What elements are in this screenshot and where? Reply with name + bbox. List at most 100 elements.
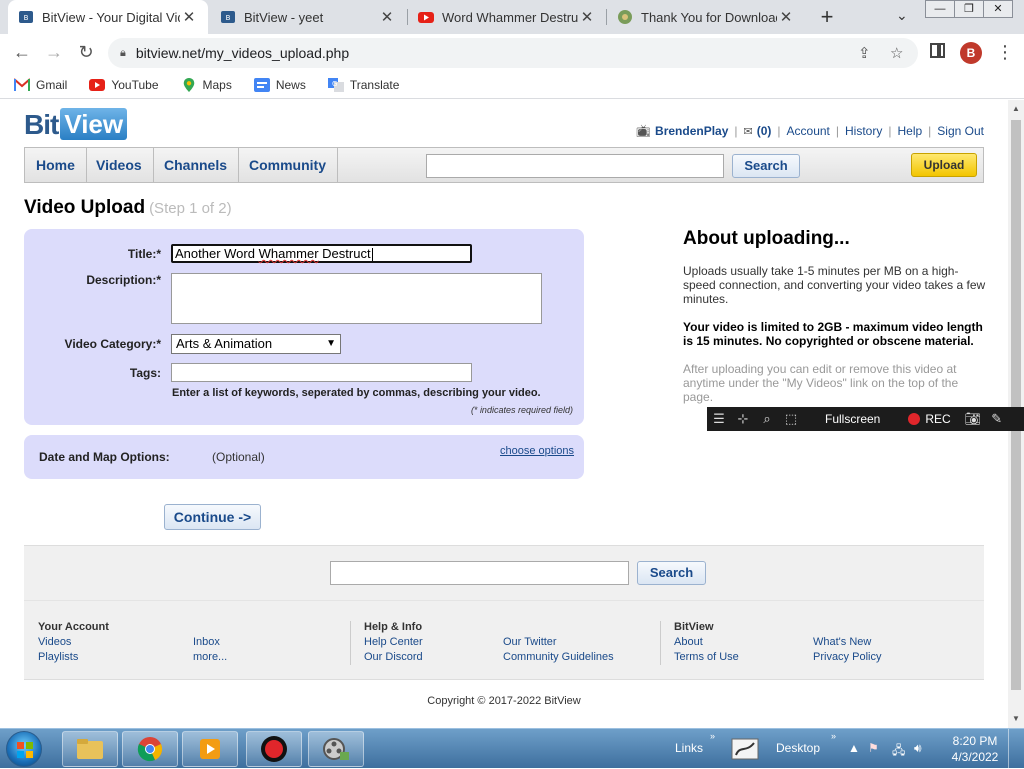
- chevron-right-icon[interactable]: »: [831, 731, 836, 741]
- reload-icon[interactable]: ↻: [74, 42, 98, 63]
- footer-link-videos[interactable]: Videos: [38, 636, 71, 648]
- action-center-icon[interactable]: ⚑: [868, 741, 879, 755]
- footer-search-button[interactable]: Search: [637, 561, 706, 585]
- footer-search: Search: [24, 545, 984, 600]
- fullscreen-button[interactable]: Fullscreen: [825, 412, 880, 426]
- volume-icon[interactable]: 🔊︎: [914, 741, 922, 756]
- title-label: Title:*: [127, 247, 161, 261]
- continue-button[interactable]: Continue ->: [164, 504, 261, 530]
- minimize-icon[interactable]: —: [925, 0, 955, 18]
- tags-label: Tags:: [129, 366, 161, 380]
- taskbar-chrome[interactable]: [122, 731, 178, 767]
- forward-arrow-icon[interactable]: →: [42, 42, 66, 63]
- bookmark-youtube[interactable]: YouTube: [89, 78, 159, 92]
- scroll-down-icon[interactable]: ▼: [1012, 714, 1020, 723]
- tab-bitview-yeet[interactable]: B BitView - yeet ✕: [210, 0, 406, 34]
- new-tab-button[interactable]: +: [816, 4, 838, 30]
- restore-icon[interactable]: ❐: [954, 0, 984, 18]
- footer-link-help-center[interactable]: Help Center: [364, 636, 423, 648]
- address-bar[interactable]: 🔒︎ bitview.net/my_videos_upload.php ⇪ ☆: [108, 38, 918, 68]
- footer-link-terms[interactable]: Terms of Use: [674, 651, 739, 663]
- scroll-up-icon[interactable]: ▲: [1012, 104, 1020, 113]
- back-arrow-icon[interactable]: ←: [10, 42, 34, 63]
- search-button[interactable]: Search: [732, 154, 800, 178]
- svg-text:B: B: [24, 14, 29, 22]
- footer-search-input[interactable]: [330, 561, 629, 585]
- tags-input[interactable]: [171, 363, 472, 382]
- zoom-region-icon[interactable]: ⌕: [755, 411, 779, 427]
- share-icon[interactable]: ⇪: [858, 44, 871, 62]
- close-icon[interactable]: ✕: [777, 8, 795, 26]
- bookmark-maps[interactable]: Maps: [181, 77, 232, 92]
- footer-link-whats-new[interactable]: What's New: [813, 636, 871, 648]
- close-icon[interactable]: ✕: [578, 8, 596, 26]
- account-link[interactable]: Account: [787, 124, 830, 138]
- footer-link-more[interactable]: more...: [193, 651, 227, 663]
- nav-community[interactable]: Community: [238, 148, 338, 182]
- footer-link-about[interactable]: About: [674, 636, 703, 648]
- close-window-icon[interactable]: ✕: [983, 0, 1013, 18]
- mail-icon[interactable]: ✉: [744, 125, 753, 138]
- profile-avatar[interactable]: B: [960, 42, 982, 64]
- youtube-icon: [418, 12, 434, 23]
- crop-icon[interactable]: ⬚: [779, 411, 803, 427]
- browser-toolbar: ← → ↻ 🔒︎ bitview.net/my_videos_upload.ph…: [0, 34, 1024, 71]
- footer-link-playlists[interactable]: Playlists: [38, 651, 78, 663]
- scrollbar-thumb[interactable]: [1011, 120, 1021, 690]
- system-clock[interactable]: 8:20 PM 4/3/2022: [948, 733, 1002, 765]
- bookmark-translate[interactable]: G Translate: [327, 77, 399, 92]
- chevron-right-icon[interactable]: »: [710, 731, 715, 741]
- taskbar-media-player[interactable]: [182, 731, 238, 767]
- more-menu-icon[interactable]: ⋮: [996, 42, 1014, 63]
- drawing-app-icon[interactable]: [730, 735, 762, 763]
- network-icon[interactable]: 🖧︎: [892, 741, 905, 762]
- title-input[interactable]: Another Word Whammer Destruct: [171, 244, 472, 263]
- menu-icon[interactable]: ☰: [707, 411, 731, 427]
- show-desktop-button[interactable]: [1008, 729, 1024, 769]
- links-toolbar[interactable]: Links: [675, 741, 703, 755]
- category-select[interactable]: Arts & Animation ▼: [171, 334, 341, 354]
- footer-link-inbox[interactable]: Inbox: [193, 636, 220, 648]
- rec-button[interactable]: REC: [925, 412, 950, 426]
- side-panel-icon[interactable]: [930, 43, 945, 58]
- taskbar-recorder[interactable]: [246, 731, 302, 767]
- taskbar-video-editor[interactable]: [308, 731, 364, 767]
- svg-text:G: G: [332, 80, 337, 88]
- close-icon[interactable]: ✕: [180, 8, 198, 26]
- taskbar-file-explorer[interactable]: [62, 731, 118, 767]
- nav-home[interactable]: Home: [25, 148, 87, 182]
- footer-link-guidelines[interactable]: Community Guidelines: [503, 651, 614, 663]
- bookmark-gmail[interactable]: Gmail: [14, 78, 67, 92]
- bitview-logo[interactable]: Bit View: [24, 108, 128, 140]
- chevron-down-icon[interactable]: ⌄: [896, 7, 908, 24]
- footer-link-discord[interactable]: Our Discord: [364, 651, 423, 663]
- username-link[interactable]: BrendenPlay: [655, 124, 728, 138]
- close-icon[interactable]: ✕: [378, 8, 396, 26]
- tray-expand-icon[interactable]: ▲: [848, 741, 860, 755]
- description-textarea[interactable]: [171, 273, 542, 324]
- choose-options-link[interactable]: choose options: [500, 445, 574, 457]
- tab-youtube-video[interactable]: Word Whammer Destruction ✕: [408, 0, 606, 34]
- star-icon[interactable]: ☆: [890, 44, 903, 62]
- history-link[interactable]: History: [845, 124, 882, 138]
- tab-thank-you-download[interactable]: Thank You for Downloading ✕: [607, 0, 805, 34]
- camera-icon[interactable]: 📷︎: [961, 411, 985, 427]
- search-input[interactable]: [426, 154, 724, 178]
- upload-button[interactable]: Upload: [911, 153, 977, 177]
- start-button[interactable]: [6, 731, 42, 767]
- tab-bitview-upload[interactable]: B BitView - Your Digital Video ✕: [8, 0, 208, 34]
- pencil-icon[interactable]: ✎: [985, 411, 1009, 427]
- footer-link-privacy[interactable]: Privacy Policy: [813, 651, 881, 663]
- shrink-icon[interactable]: ⊹: [731, 411, 755, 427]
- about-heading: About uploading...: [683, 228, 850, 249]
- help-link[interactable]: Help: [897, 124, 922, 138]
- nav-channels[interactable]: Channels: [153, 148, 240, 182]
- bookmark-news[interactable]: News: [253, 77, 306, 92]
- footer-link-twitter[interactable]: Our Twitter: [503, 636, 557, 648]
- desktop-toolbar[interactable]: Desktop: [776, 741, 820, 755]
- upload-form: Title:* Another Word Whammer Destruct De…: [24, 229, 584, 425]
- sign-out-link[interactable]: Sign Out: [937, 124, 984, 138]
- inbox-count[interactable]: (0): [757, 124, 772, 138]
- globe-icon: [618, 10, 632, 24]
- nav-videos[interactable]: Videos: [85, 148, 154, 182]
